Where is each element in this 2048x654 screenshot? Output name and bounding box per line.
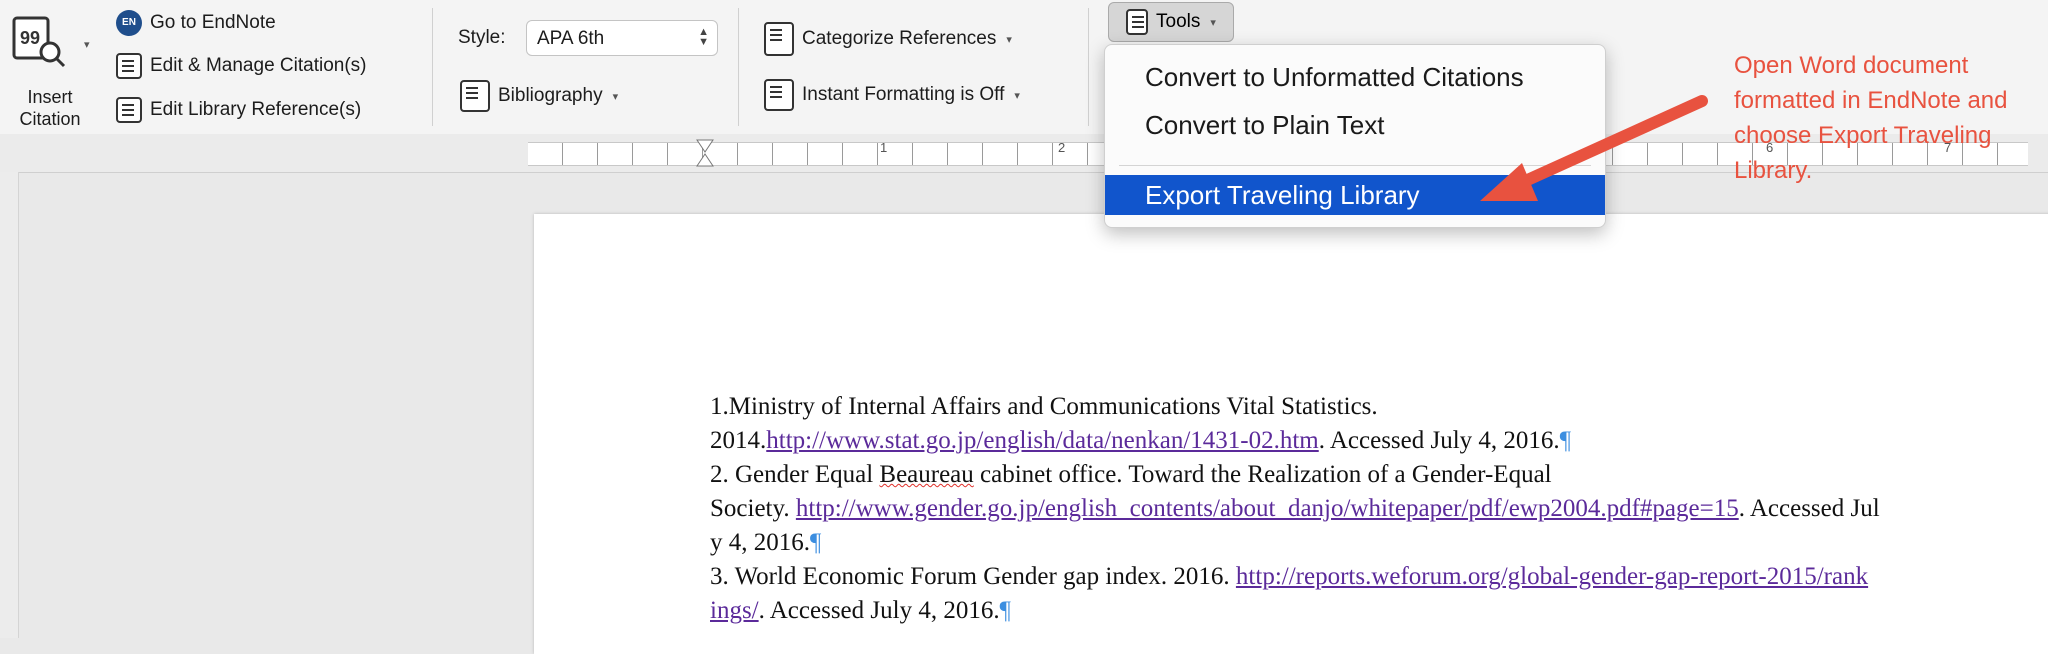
ruler-number: 1 bbox=[880, 140, 888, 155]
select-arrows-icon: ▲ ▼ bbox=[698, 26, 709, 48]
insert-citation-dropdown-icon[interactable]: ▾ bbox=[84, 38, 90, 51]
edit-manage-label: Edit & Manage Citation(s) bbox=[150, 55, 367, 76]
categorize-icon bbox=[764, 22, 794, 56]
endnote-logo-icon: EN bbox=[116, 10, 142, 36]
pilcrow-mark: ¶ bbox=[999, 597, 1011, 624]
indent-marker-icon[interactable] bbox=[695, 134, 715, 172]
tools-label: Tools bbox=[1156, 11, 1201, 32]
reference-line: 1.¶Ministry of Internal Affairs and Comm… bbox=[710, 393, 1378, 420]
ruler-number: 2 bbox=[1058, 140, 1066, 155]
edit-library-reference-button[interactable]: Edit Library Reference(s) bbox=[116, 97, 361, 123]
reference-line: Society. http://www.gender.go.jp/english… bbox=[710, 495, 1880, 556]
style-select[interactable]: APA 6th ▲ ▼ bbox=[526, 20, 718, 56]
pilcrow-mark: ¶ bbox=[810, 529, 822, 556]
edit-manage-citations-button[interactable]: Edit & Manage Citation(s) bbox=[116, 53, 367, 79]
bibliography-text[interactable]: 1.¶Ministry of Internal Affairs and Comm… bbox=[710, 390, 1890, 628]
reference-line: 2. Gender Equal Beaureau cabinet office.… bbox=[710, 461, 1552, 488]
instant-formatting-button[interactable]: Instant Formatting is Off ▾ bbox=[764, 79, 1020, 111]
instant-formatting-label: Instant Formatting is Off bbox=[802, 84, 1005, 105]
bibliography-button[interactable]: Bibliography ▾ bbox=[460, 80, 618, 112]
instant-formatting-icon bbox=[764, 79, 794, 111]
categorize-label: Categorize References bbox=[802, 28, 997, 49]
reference-link[interactable]: http://www.stat.go.jp/english/data/nenka… bbox=[766, 427, 1318, 454]
reference-line: 2014.http://www.stat.go.jp/english/data/… bbox=[710, 427, 1572, 454]
insert-citation-button[interactable]: 99 ▾ Insert Citation bbox=[4, 8, 96, 129]
insert-citation-label: Insert Citation bbox=[19, 87, 81, 129]
vertical-ruler bbox=[0, 172, 19, 638]
reference-line: 3. World Economic Forum Gender gap index… bbox=[710, 563, 1869, 624]
tools-dropdown-icon: ▾ bbox=[1210, 16, 1216, 29]
instant-formatting-dropdown-icon: ▾ bbox=[1014, 89, 1020, 102]
annotation-callout: Open Word document formatted in EndNote … bbox=[1734, 52, 2008, 184]
ribbon-separator bbox=[1088, 8, 1089, 126]
style-value: APA 6th bbox=[537, 28, 605, 49]
tools-button[interactable]: Tools ▾ bbox=[1108, 2, 1234, 42]
bibliography-icon bbox=[460, 80, 490, 112]
style-label: Style: bbox=[458, 27, 506, 48]
categorize-references-button[interactable]: Categorize References ▾ bbox=[764, 22, 1012, 56]
tools-icon bbox=[1126, 9, 1149, 35]
bibliography-label: Bibliography bbox=[498, 85, 603, 106]
annotation-arrow-icon bbox=[1480, 95, 1708, 201]
ribbon-separator bbox=[738, 8, 739, 126]
pilcrow-mark: ¶ bbox=[1559, 427, 1572, 454]
insert-citation-icon: 99 bbox=[12, 16, 66, 68]
edit-library-icon bbox=[116, 97, 142, 123]
svg-text:99: 99 bbox=[20, 28, 40, 48]
edit-library-label: Edit Library Reference(s) bbox=[150, 99, 362, 120]
reference-link[interactable]: http://www.gender.go.jp/english_contents… bbox=[796, 495, 1739, 522]
ribbon-separator bbox=[432, 8, 433, 126]
bibliography-dropdown-icon: ▾ bbox=[612, 90, 619, 103]
misspelled-word: Beaureau bbox=[879, 461, 974, 488]
edit-citation-icon bbox=[116, 53, 142, 79]
go-to-endnote-label: Go to EndNote bbox=[150, 12, 276, 33]
categorize-dropdown-icon: ▾ bbox=[1006, 33, 1012, 46]
go-to-endnote-button[interactable]: EN Go to EndNote bbox=[116, 10, 276, 36]
